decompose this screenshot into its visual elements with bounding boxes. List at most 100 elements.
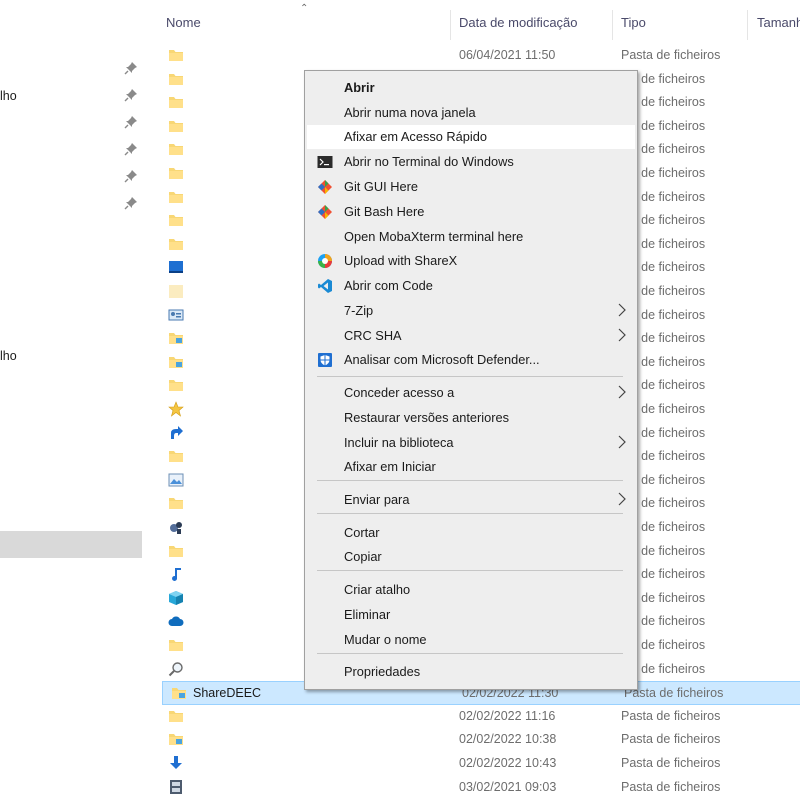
menu-item[interactable]: Cortar bbox=[307, 521, 635, 545]
menu-item-label: Enviar para bbox=[344, 492, 410, 507]
menu-item[interactable]: Git Bash Here bbox=[307, 200, 635, 224]
column-header-type[interactable]: Tipo bbox=[621, 15, 646, 30]
file-list-row[interactable]: 06/04/2021 11:50 Pasta de ficheiros bbox=[160, 44, 800, 68]
menu-item[interactable]: Analisar com Microsoft Defender... bbox=[307, 348, 635, 372]
file-list-row[interactable]: 02/02/2022 11:16 Pasta de ficheiros bbox=[160, 705, 800, 729]
menu-item[interactable]: Restaurar versões anteriores bbox=[307, 406, 635, 430]
file-list-row[interactable]: 02/02/2022 10:43 Pasta de ficheiros bbox=[160, 752, 800, 776]
submenu-arrow-icon bbox=[618, 385, 626, 399]
navigation-pane: lho lho bbox=[0, 0, 148, 800]
menu-item[interactable]: Copiar bbox=[307, 545, 635, 569]
menu-item-label: 7-Zip bbox=[344, 303, 374, 318]
menu-item-label: Restaurar versões anteriores bbox=[344, 410, 510, 425]
pin-icon[interactable] bbox=[124, 115, 138, 129]
pin-icon[interactable] bbox=[124, 142, 138, 156]
folder-icon bbox=[169, 120, 183, 132]
nav-item-label[interactable]: lho bbox=[0, 349, 17, 363]
menu-item[interactable]: Afixar em Acesso Rápido bbox=[307, 125, 635, 149]
column-header-name[interactable]: Nome bbox=[166, 15, 201, 30]
folder-icon bbox=[169, 50, 183, 61]
downloads-arrow-icon bbox=[170, 756, 182, 769]
desktop-folder-icon bbox=[169, 261, 183, 274]
git-icon bbox=[318, 180, 332, 194]
file-type: Pasta de ficheiros bbox=[621, 732, 721, 747]
folder-icon bbox=[169, 73, 183, 85]
menu-item-label: Abrir com Code bbox=[344, 278, 433, 293]
menu-separator bbox=[317, 570, 623, 571]
pictures-folder-icon bbox=[168, 473, 184, 487]
file-list-row[interactable]: 03/02/2021 09:03 Pasta de ficheiros bbox=[160, 776, 800, 800]
menu-item-label: Upload with ShareX bbox=[344, 253, 458, 268]
column-divider[interactable] bbox=[747, 10, 748, 40]
menu-item-label: Git GUI Here bbox=[344, 179, 418, 194]
menu-item-label: Abrir bbox=[344, 80, 375, 95]
documents-folder-icon bbox=[172, 688, 186, 700]
searches-magnifier-icon bbox=[168, 661, 183, 676]
folder-icon bbox=[169, 545, 183, 557]
links-arrow-icon bbox=[171, 425, 183, 439]
menu-item[interactable]: Criar atalho bbox=[307, 578, 635, 602]
menu-item[interactable]: Abrir numa nova janela bbox=[307, 101, 635, 125]
submenu-arrow-icon bbox=[618, 303, 626, 317]
menu-item[interactable]: 7-Zip bbox=[307, 299, 635, 323]
menu-item[interactable]: Propriedades bbox=[307, 660, 635, 684]
file-type: Pasta de ficheiros bbox=[621, 779, 721, 794]
column-divider[interactable] bbox=[450, 10, 451, 40]
menu-separator bbox=[317, 513, 623, 514]
file-list-row[interactable]: 02/02/2022 10:38 Pasta de ficheiros bbox=[160, 728, 800, 752]
menu-item-label: Mudar o nome bbox=[344, 632, 427, 647]
menu-item[interactable]: Abrir bbox=[307, 76, 635, 100]
pin-icon[interactable] bbox=[124, 61, 138, 75]
pin-icon[interactable] bbox=[124, 88, 138, 102]
file-type: Pasta de ficheiros bbox=[621, 708, 721, 723]
menu-item[interactable]: Eliminar bbox=[307, 603, 635, 627]
file-type: Pasta de ficheiros bbox=[621, 48, 721, 62]
file-type: Pasta de ficheiros bbox=[621, 756, 721, 770]
modified-date: 02/02/2022 11:16 bbox=[459, 708, 556, 723]
documents-folder-icon bbox=[169, 734, 183, 746]
menu-separator bbox=[317, 376, 623, 377]
file-type: Pasta de ficheiros bbox=[624, 686, 724, 701]
submenu-arrow-icon bbox=[618, 328, 626, 342]
documents-folder-icon bbox=[169, 356, 183, 368]
menu-item[interactable]: Incluir na biblioteca bbox=[307, 431, 635, 455]
folder-icon bbox=[169, 97, 183, 109]
pin-icon[interactable] bbox=[124, 169, 138, 183]
menu-item[interactable]: Upload with ShareX bbox=[307, 249, 635, 273]
column-header-date[interactable]: Data de modificação bbox=[459, 15, 578, 30]
sort-ascending-icon: ⌃ bbox=[300, 3, 309, 14]
folder-icon bbox=[169, 215, 183, 227]
nav-selected-item[interactable] bbox=[0, 531, 142, 558]
nav-item-label[interactable]: lho bbox=[0, 89, 17, 103]
modified-date: 06/04/2021 11:50 bbox=[459, 48, 556, 62]
folder-icon bbox=[169, 238, 183, 250]
column-header-size[interactable]: Tamanh bbox=[757, 15, 800, 30]
submenu-arrow-icon bbox=[618, 435, 626, 449]
defender-shield-icon bbox=[318, 353, 332, 367]
menu-item-label: Propriedades bbox=[344, 664, 421, 679]
games-folder-icon bbox=[170, 522, 182, 534]
menu-item[interactable]: Afixar em Iniciar bbox=[307, 455, 635, 479]
menu-item[interactable]: CRC SHA bbox=[307, 324, 635, 348]
menu-item[interactable]: Enviar para bbox=[307, 488, 635, 512]
menu-item-label: Cortar bbox=[344, 525, 380, 540]
menu-item[interactable]: Mudar o nome bbox=[307, 628, 635, 652]
menu-item[interactable]: Open MobaXterm terminal here bbox=[307, 225, 635, 249]
menu-item-label: Copiar bbox=[344, 549, 382, 564]
folder-icon bbox=[169, 451, 183, 463]
vscode-icon bbox=[318, 279, 332, 293]
menu-item[interactable]: Git GUI Here bbox=[307, 175, 635, 199]
menu-separator bbox=[317, 653, 623, 654]
folder-icon bbox=[169, 144, 183, 156]
pin-icon[interactable] bbox=[124, 196, 138, 210]
column-divider[interactable] bbox=[612, 10, 613, 40]
menu-item-label: Abrir numa nova janela bbox=[344, 105, 476, 120]
modified-date: 02/02/2022 10:43 bbox=[459, 756, 557, 770]
menu-item[interactable]: Abrir no Terminal do Windows bbox=[307, 150, 635, 174]
folder-icon bbox=[169, 168, 183, 179]
3d-objects-icon bbox=[169, 590, 183, 605]
menu-item[interactable]: Conceder acesso a bbox=[307, 381, 635, 405]
contacts-folder-icon bbox=[168, 309, 184, 321]
menu-item-label: Git Bash Here bbox=[344, 204, 425, 219]
menu-item[interactable]: Abrir com Code bbox=[307, 274, 635, 298]
